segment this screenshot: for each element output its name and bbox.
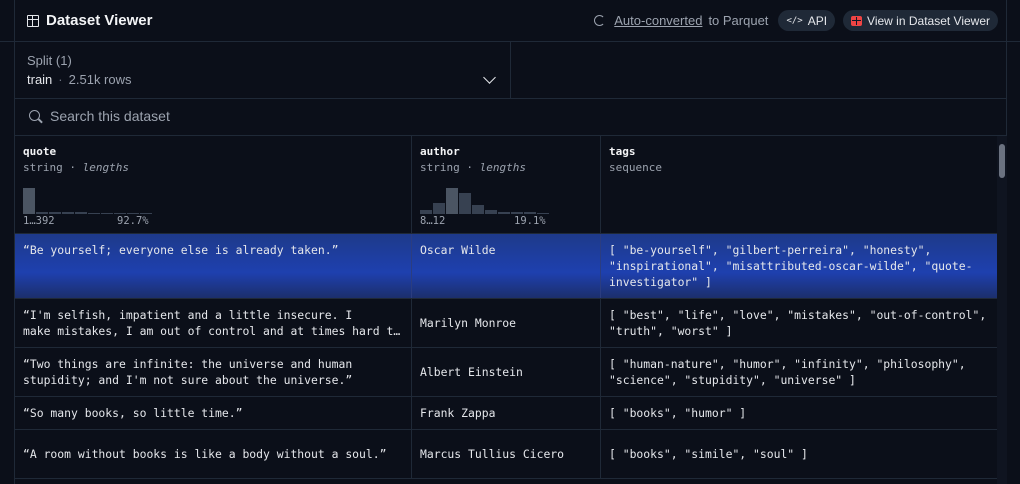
cell-author[interactable]: Oscar Wilde [412,234,601,298]
split-selector[interactable]: Split (1) train · 2.51k rows [15,42,511,98]
search-icon [29,110,40,121]
data-table: quote string · lengths 1…392 92.7% autho… [15,136,997,484]
search-input[interactable] [50,108,650,124]
histogram-bar[interactable] [23,188,35,214]
viewer-header: Dataset Viewer Auto-converted to Parquet… [0,0,1020,42]
length-histogram[interactable] [23,182,152,214]
cell-quote-line: “I'm selfish, impatient and a little ins… [23,308,353,322]
histogram-bar[interactable] [140,213,152,214]
split-row: Split (1) train · 2.51k rows [15,42,1006,99]
column-type: string · lengths [23,161,129,174]
histogram-bar[interactable] [88,213,100,214]
histogram-bar[interactable] [459,193,471,214]
histogram-bar[interactable] [537,213,549,214]
cell-quote-line: make mistakes, I am out of control and a… [23,324,403,338]
view-button-label: View in Dataset Viewer [867,13,990,28]
histogram-bar[interactable] [498,212,510,214]
column-type: string · lengths [420,161,526,174]
histogram-bar[interactable] [101,213,113,214]
view-in-dataset-viewer-button[interactable]: View in Dataset Viewer [843,10,998,31]
cell-author[interactable]: Marilyn Monroe [412,299,601,347]
api-button[interactable]: </> API [778,10,836,31]
column-type: sequence [609,161,662,174]
table-row[interactable] [15,478,997,484]
histogram-bar[interactable] [127,213,139,214]
histogram-bar[interactable] [49,212,61,214]
split-value: train · 2.51k rows [27,72,132,87]
cell-quote[interactable]: “A room without books is like a body wit… [15,430,412,478]
column-header-tags[interactable]: tags sequence [601,136,997,233]
cell-tags[interactable]: [ "books", "humor" ] [601,397,997,429]
histogram-range: 1…392 [23,215,55,227]
histogram-bar[interactable] [420,210,432,214]
viewer-title-text: Dataset Viewer [46,12,153,29]
cell-tags[interactable]: [ "best", "life", "love", "mistakes", "o… [601,299,997,347]
refresh-icon [594,15,606,26]
split-separator: · [58,72,63,87]
table-grid-icon [27,14,39,27]
split-row-count: 2.51k rows [68,72,132,87]
viewer-title: Dataset Viewer [27,12,152,29]
table-row[interactable]: “Two things are infinite: the universe a… [15,347,997,396]
histogram-range: 8…12 [420,215,446,227]
column-name: quote [23,145,57,158]
table-scrollbar[interactable] [997,136,1007,484]
search-bar [15,99,1006,136]
column-name: author [420,145,460,158]
table-row[interactable]: “Be yourself; everyone else is already t… [15,233,997,298]
split-name: train [27,72,53,87]
chevron-down-icon[interactable] [483,71,496,84]
auto-converted-link[interactable]: Auto-converted [614,13,702,28]
split-label: Split (1) [27,53,72,68]
histogram-bar[interactable] [446,188,458,214]
histogram-bar[interactable] [114,213,126,214]
table-row[interactable]: “So many books, so little time.” Frank Z… [15,396,997,429]
table-row[interactable]: “I'm selfish, impatient and a little ins… [15,298,997,347]
cell-quote[interactable]: “Be yourself; everyone else is already t… [15,234,412,298]
cell-author[interactable]: Marcus Tullius Cicero [412,430,601,478]
histogram-bar[interactable] [472,205,484,214]
cell-tags[interactable]: [ "be-yourself", "gilbert-perreira", "ho… [601,234,997,298]
column-header-author[interactable]: author string · lengths 8…12 19.1% [412,136,601,233]
cell-quote[interactable]: “So many books, so little time.” [15,397,412,429]
histogram-bar[interactable] [511,212,523,214]
cell-quote[interactable]: “Two things are infinite: the universe a… [15,348,412,396]
code-icon: </> [786,15,803,26]
to-parquet-text: to Parquet [708,13,769,28]
auto-converted-info: Auto-converted to Parquet [594,13,768,28]
histogram-bar[interactable] [524,212,536,214]
histogram-bar[interactable] [75,212,87,214]
histogram-percent: 19.1% [514,215,546,227]
cell-author[interactable]: Frank Zappa [412,397,601,429]
histogram-bar[interactable] [36,212,48,214]
histogram-bar[interactable] [62,212,74,214]
cell-tags[interactable]: [ "human-nature", "humor", "infinity", "… [601,348,997,396]
scrollbar-thumb[interactable] [999,144,1005,178]
column-header-quote[interactable]: quote string · lengths 1…392 92.7% [15,136,412,233]
length-histogram[interactable] [420,182,549,214]
histogram-bar[interactable] [433,203,445,214]
dataset-table-icon [851,15,863,26]
column-name: tags [609,145,636,158]
header-actions: Auto-converted to Parquet </> API View i… [594,10,998,31]
histogram-bar[interactable] [485,210,497,214]
cell-quote[interactable]: “I'm selfish, impatient and a little ins… [15,299,412,347]
histogram-percent: 92.7% [117,215,149,227]
api-button-label: API [807,13,828,28]
table-row[interactable]: “A room without books is like a body wit… [15,429,997,478]
cell-author[interactable]: Albert Einstein [412,348,601,396]
cell-tags[interactable]: [ "books", "simile", "soul" ] [601,430,997,478]
